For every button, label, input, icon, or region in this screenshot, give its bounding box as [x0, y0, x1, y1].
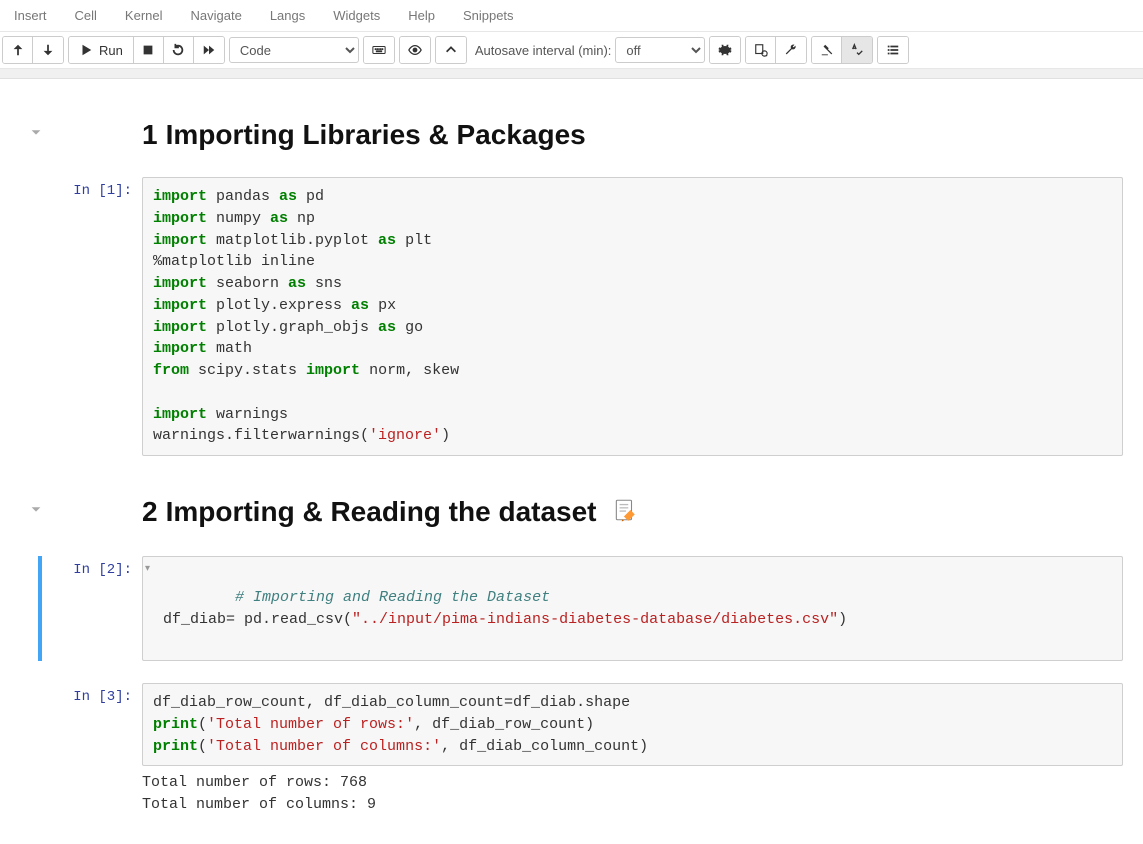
- menu-snippets[interactable]: Snippets: [449, 2, 528, 29]
- menu-kernel[interactable]: Kernel: [111, 2, 177, 29]
- code-fold-icon[interactable]: ▾: [145, 563, 150, 578]
- notebook-area: 1 Importing Libraries & Packages In [1]: …: [0, 79, 1143, 844]
- code-cell-2: In [2]: ▾# Importing and Reading the Dat…: [20, 556, 1123, 661]
- restart-kernel-button[interactable]: [164, 37, 194, 63]
- menu-navigate[interactable]: Navigate: [177, 2, 256, 29]
- prompt-in-3: In [3]:: [52, 683, 142, 816]
- menu-help[interactable]: Help: [394, 2, 449, 29]
- prompt-in-1: In [1]:: [52, 177, 142, 456]
- cell-selection-indicator: [38, 556, 42, 661]
- header-spacer: [0, 69, 1143, 79]
- code-input-2[interactable]: ▾# Importing and Reading the Dataset df_…: [142, 556, 1123, 661]
- settings-button[interactable]: [710, 37, 740, 63]
- heading-number: 1: [142, 119, 158, 150]
- collapse-toggle-icon[interactable]: [29, 125, 43, 169]
- heading-cell-2: 2 Importing & Reading the dataset: [20, 496, 1123, 548]
- code-cell-3: In [3]: df_diab_row_count, df_diab_colum…: [20, 683, 1123, 816]
- cell-type-select[interactable]: Code: [229, 37, 359, 63]
- list-icon: [886, 43, 900, 57]
- move-cell-down-button[interactable]: [33, 37, 63, 63]
- menubar: Insert Cell Kernel Navigate Langs Widget…: [0, 0, 1143, 32]
- table-of-contents-button[interactable]: [878, 37, 908, 63]
- autosave-interval-select[interactable]: off: [615, 37, 705, 63]
- toolbar: Run Code Autosave interval (min): off: [0, 32, 1143, 69]
- spellcheck-icon: [850, 43, 864, 57]
- eye-icon: [408, 43, 422, 57]
- run-cell-button[interactable]: Run: [69, 37, 134, 63]
- output-3: Total number of rows: 768 Total number o…: [142, 766, 1123, 816]
- toggle-hide-button[interactable]: [400, 37, 430, 63]
- heading-text: Importing Libraries & Packages: [166, 119, 586, 150]
- keyboard-icon: [372, 43, 386, 57]
- restart-icon: [171, 43, 185, 57]
- section-heading-1: 1 Importing Libraries & Packages: [142, 119, 1123, 151]
- run-label: Run: [99, 43, 123, 58]
- command-palette-button[interactable]: [364, 37, 394, 63]
- chevron-down-icon: [29, 125, 43, 139]
- arrow-down-icon: [41, 43, 55, 57]
- gear-icon: [718, 43, 732, 57]
- tools-button[interactable]: [776, 37, 806, 63]
- gavel-icon: [820, 43, 834, 57]
- interrupt-kernel-button[interactable]: [134, 37, 164, 63]
- fast-forward-icon: [202, 43, 216, 57]
- spellcheck-button[interactable]: [842, 37, 872, 63]
- heading-text: Importing & Reading the dataset: [166, 496, 597, 527]
- move-cell-up-button[interactable]: [3, 37, 33, 63]
- code-input-3[interactable]: df_diab_row_count, df_diab_column_count=…: [142, 683, 1123, 766]
- play-icon: [79, 43, 93, 57]
- stop-icon: [141, 43, 155, 57]
- inspector-icon: [754, 43, 768, 57]
- code-input-1[interactable]: import pandas as pd import numpy as np i…: [142, 177, 1123, 456]
- variable-inspector-button[interactable]: [746, 37, 776, 63]
- code-cell-1: In [1]: import pandas as pd import numpy…: [20, 177, 1123, 456]
- menu-langs[interactable]: Langs: [256, 2, 319, 29]
- wrench-icon: [784, 43, 798, 57]
- arrow-up-icon: [11, 43, 25, 57]
- heading-cell-1: 1 Importing Libraries & Packages: [20, 119, 1123, 169]
- gavel-button[interactable]: [812, 37, 842, 63]
- restart-run-all-button[interactable]: [194, 37, 224, 63]
- menu-insert[interactable]: Insert: [0, 2, 61, 29]
- menu-widgets[interactable]: Widgets: [319, 2, 394, 29]
- chevron-up-icon: [444, 43, 458, 57]
- edit-note-icon: [612, 497, 638, 530]
- autosave-label: Autosave interval (min):: [475, 43, 612, 58]
- chevron-down-icon: [29, 502, 43, 516]
- section-heading-2: 2 Importing & Reading the dataset: [142, 496, 1123, 530]
- go-to-top-button[interactable]: [436, 37, 466, 63]
- menu-cell[interactable]: Cell: [61, 2, 111, 29]
- collapse-toggle-icon[interactable]: [29, 502, 43, 548]
- heading-number: 2: [142, 496, 158, 527]
- prompt-in-2: In [2]:: [52, 556, 142, 661]
